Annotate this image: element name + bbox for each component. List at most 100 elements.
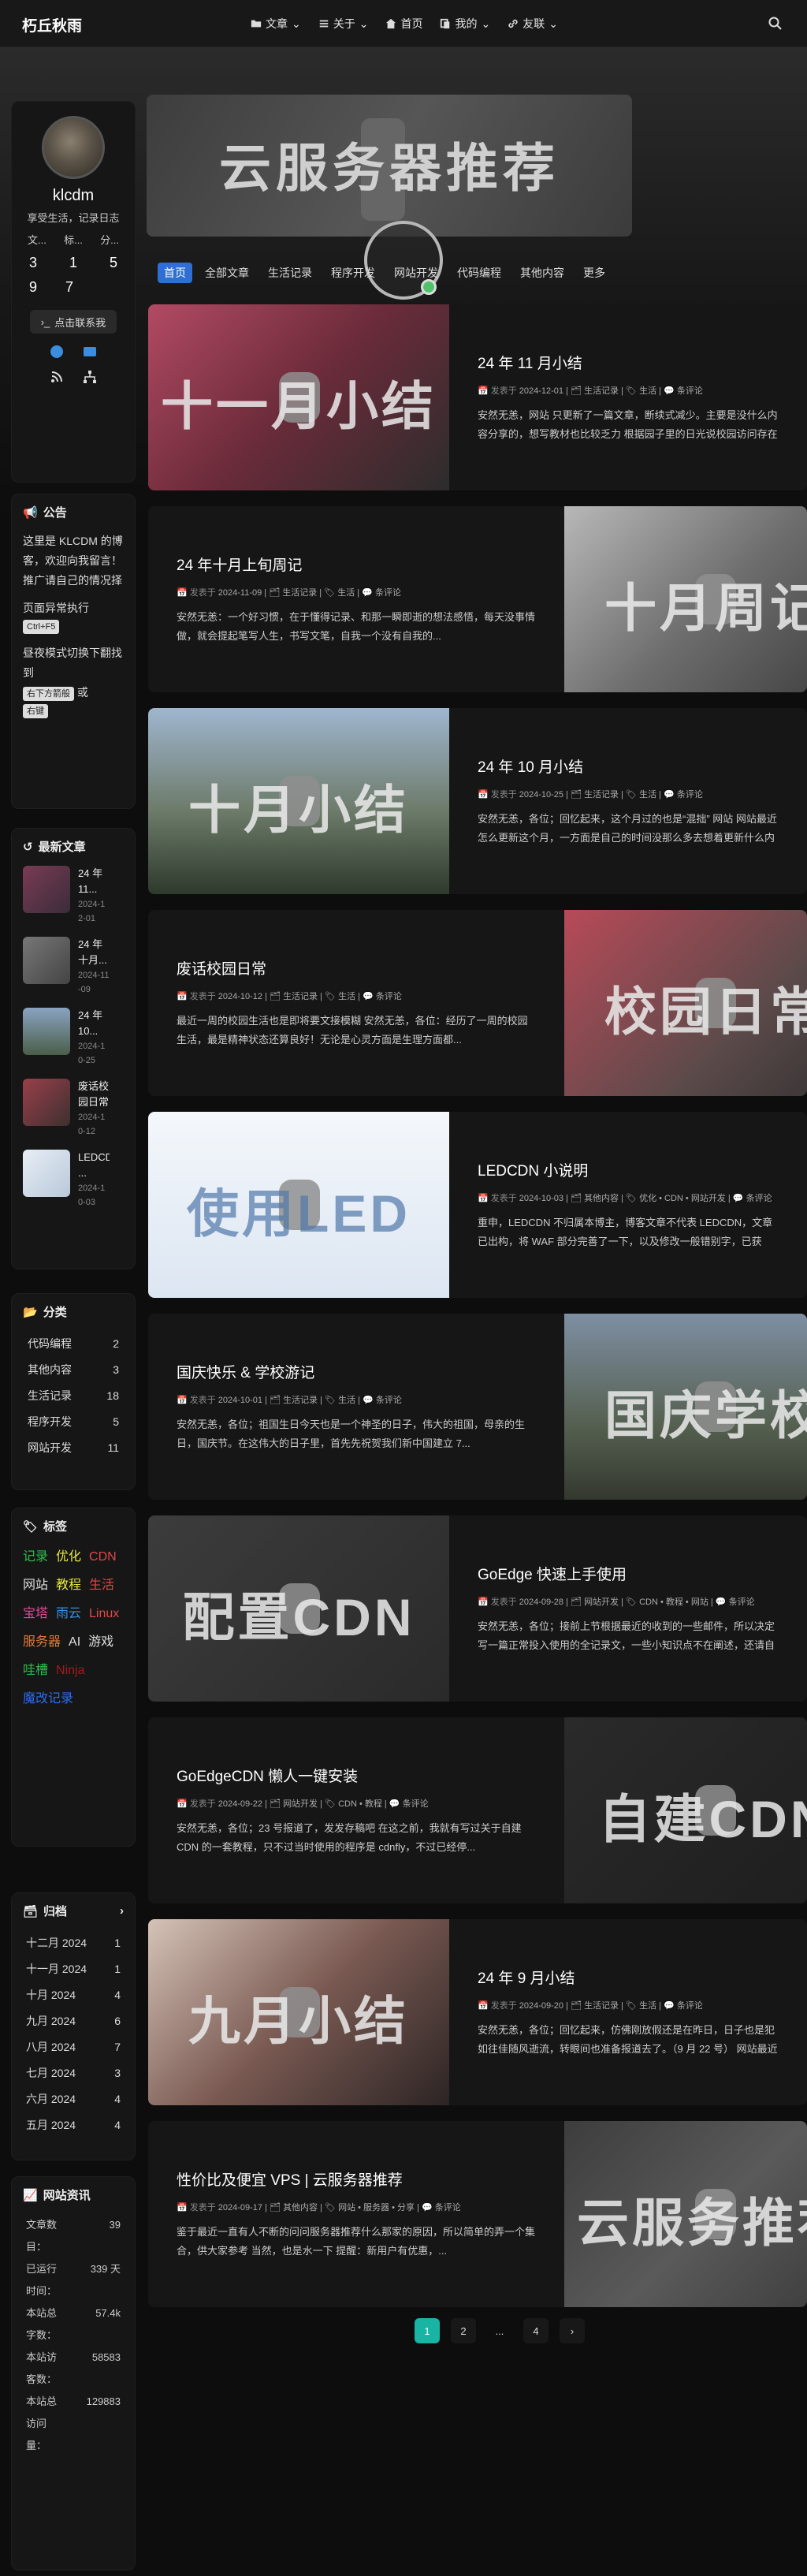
- archive-item[interactable]: 十二月 2024 1: [23, 1930, 124, 1956]
- tab-program[interactable]: 程序开发: [325, 263, 381, 283]
- category-item[interactable]: 网站开发 11: [23, 1435, 124, 1461]
- recent-thumb[interactable]: [23, 1008, 70, 1055]
- tag-item[interactable]: Ninja: [56, 1659, 84, 1683]
- post-title[interactable]: GoEdge 快速上手使用: [478, 1563, 779, 1584]
- post-card[interactable]: 校园日常 废话校园日常 📅 发表于 2024-10-12 | 🗂 生活记录 | 🏷 生…: [148, 910, 807, 1096]
- nav-home[interactable]: 首页: [385, 16, 422, 32]
- post-thumbnail[interactable]: 十月周记: [564, 506, 807, 692]
- page-button[interactable]: 2: [451, 2318, 476, 2343]
- post-thumbnail[interactable]: 云服务推荐: [564, 2121, 807, 2307]
- post-thumbnail[interactable]: 使用LED: [148, 1112, 449, 1298]
- post-thumbnail[interactable]: 十一月小结: [148, 304, 449, 490]
- post-title[interactable]: GoEdgeCDN 懒人一键安装: [177, 1765, 536, 1786]
- tag-item[interactable]: 教程: [56, 1574, 81, 1597]
- recent-item[interactable]: 24 年 10... 2024-10-25: [23, 1008, 124, 1068]
- nav-about[interactable]: 关于 ⌄: [318, 16, 368, 32]
- chevron-right-icon[interactable]: ›: [120, 1904, 124, 1918]
- post-title[interactable]: 24 年十月上旬周记: [177, 554, 536, 575]
- tag-item[interactable]: CDN: [89, 1545, 117, 1569]
- category-item[interactable]: 生活记录 18: [23, 1383, 124, 1409]
- recent-item[interactable]: 24 年十月... 2024-11-09: [23, 937, 124, 997]
- post-card[interactable]: 自建CDN GoEdgeCDN 懒人一键安装 📅 发表于2024-09-22 | 🗂…: [148, 1717, 807, 1903]
- post-card[interactable]: 使用LED LEDCDN 小说明 📅 发表于 2024-10-03 | 🗂 其他内容 …: [148, 1112, 807, 1298]
- post-comments[interactable]: 条评论: [375, 588, 401, 598]
- post-category[interactable]: 其他内容: [584, 1194, 619, 1203]
- post-thumbnail[interactable]: 自建CDN: [564, 1717, 807, 1903]
- tab-home[interactable]: 首页: [158, 263, 192, 283]
- post-card[interactable]: 国庆学校 国庆快乐 & 学校游记 📅 发表于 2024-10-01 | 🗂 生活记录 …: [148, 1314, 807, 1500]
- post-comments[interactable]: 条评论: [746, 1194, 772, 1203]
- post-tags[interactable]: 网站 • 服务器 • 分享: [338, 2203, 415, 2213]
- post-thumbnail[interactable]: 配置CDN: [148, 1515, 449, 1702]
- post-category[interactable]: 生活记录: [584, 2001, 619, 2011]
- archive-item[interactable]: 十月 2024 4: [23, 1982, 124, 2008]
- post-category[interactable]: 生活记录: [282, 588, 317, 598]
- archive-item[interactable]: 五月 2024 4: [23, 2112, 124, 2138]
- nav-friends[interactable]: 友联 ⌄: [508, 16, 558, 32]
- recent-thumb[interactable]: [23, 937, 70, 984]
- tag-item[interactable]: 游戏: [88, 1631, 113, 1654]
- post-thumbnail[interactable]: 十月小结: [148, 708, 449, 894]
- post-title[interactable]: 24 年 11 月小结: [478, 352, 779, 373]
- tag-item[interactable]: 魔改记录: [23, 1687, 73, 1711]
- post-card[interactable]: 云服务推荐 性价比及便宜 VPS | 云服务器推荐 📅 发表于2024-09-17 …: [148, 2121, 807, 2307]
- post-thumbnail[interactable]: 校园日常: [564, 910, 807, 1096]
- archive-item[interactable]: 十一月 2024 1: [23, 1956, 124, 1982]
- post-category[interactable]: 生活记录: [584, 790, 619, 800]
- post-tags[interactable]: 生活: [639, 790, 656, 800]
- hero-banner[interactable]: 云服务器推荐: [147, 95, 632, 237]
- post-thumbnail[interactable]: 九月小结: [148, 1919, 449, 2105]
- category-item[interactable]: 其他内容 3: [23, 1357, 124, 1383]
- post-thumbnail[interactable]: 国庆学校: [564, 1314, 807, 1500]
- tag-item[interactable]: AI: [69, 1631, 80, 1654]
- post-comments[interactable]: 条评论: [729, 1597, 755, 1607]
- site-brand[interactable]: 朽丘秋雨: [22, 14, 82, 35]
- contact-button[interactable]: ›_ 点击联系我: [30, 310, 117, 334]
- post-tags[interactable]: 生活: [338, 1396, 355, 1405]
- tag-item[interactable]: 雨云: [56, 1602, 81, 1626]
- archive-item[interactable]: 九月 2024 6: [23, 2008, 124, 2034]
- tab-web[interactable]: 网站开发: [388, 263, 444, 283]
- category-item[interactable]: 程序开发 5: [23, 1409, 124, 1435]
- tag-item[interactable]: 服务器: [23, 1631, 61, 1654]
- recent-thumb[interactable]: [23, 866, 70, 913]
- rss-icon[interactable]: [50, 370, 64, 384]
- post-comments[interactable]: 条评论: [677, 790, 703, 800]
- recent-item[interactable]: 24 年 11... 2024-12-01: [23, 866, 124, 926]
- post-category[interactable]: 生活记录: [283, 1396, 318, 1405]
- post-tags[interactable]: 生活: [639, 386, 656, 396]
- github-icon[interactable]: [50, 345, 64, 359]
- post-card[interactable]: 配置CDN GoEdge 快速上手使用 📅 发表于 2024-09-28 | 🗂 网站…: [148, 1515, 807, 1702]
- recent-thumb[interactable]: [23, 1079, 70, 1126]
- post-comments[interactable]: 条评论: [677, 386, 703, 396]
- nav-mine[interactable]: 我的 ⌄: [440, 16, 490, 32]
- post-category[interactable]: 生活记录: [283, 992, 318, 1001]
- post-comments[interactable]: 条评论: [403, 1799, 429, 1809]
- search-icon[interactable]: [768, 16, 783, 32]
- archive-item[interactable]: 七月 2024 3: [23, 2060, 124, 2086]
- tab-other[interactable]: 其他内容: [514, 263, 571, 283]
- post-title[interactable]: LEDCDN 小说明: [478, 1159, 779, 1180]
- post-card[interactable]: 九月小结 24 年 9 月小结 📅 发表于 2024-09-20 | 🗂 生活记录 |…: [148, 1919, 807, 2105]
- post-tags[interactable]: 生活: [337, 588, 355, 598]
- tab-code[interactable]: 代码编程: [451, 263, 508, 283]
- post-comments[interactable]: 条评论: [435, 2203, 461, 2213]
- post-card[interactable]: 十月周记 24 年十月上旬周记 📅 发表于 2024-11-09 | 🗂 生活记录 |…: [148, 506, 807, 692]
- post-category[interactable]: 网站开发: [584, 1597, 619, 1607]
- archive-item[interactable]: 六月 2024 4: [23, 2086, 124, 2112]
- post-tags[interactable]: 生活: [639, 2001, 656, 2011]
- tag-item[interactable]: 网站: [23, 1574, 48, 1597]
- page-button[interactable]: 1: [415, 2318, 440, 2343]
- post-title[interactable]: 性价比及便宜 VPS | 云服务器推荐: [177, 2168, 536, 2190]
- recent-item[interactable]: LEDCDN ...2024-10-03: [23, 1150, 124, 1210]
- page-button[interactable]: 4: [523, 2318, 549, 2343]
- post-card[interactable]: 十月小结 24 年 10 月小结 📅 发表于 2024-10-25 | 🗂 生活记录 …: [148, 708, 807, 894]
- post-tags[interactable]: 生活: [338, 992, 355, 1001]
- post-title[interactable]: 废话校园日常: [177, 957, 536, 979]
- post-card[interactable]: 十一月小结 24 年 11 月小结 📅 发表于 2024-12-01 | 🗂 生活记录…: [148, 304, 807, 490]
- post-tags[interactable]: 优化 • CDN • 网站开发: [639, 1194, 726, 1203]
- post-category[interactable]: 网站开发: [283, 1799, 318, 1809]
- tab-more[interactable]: 更多: [577, 263, 612, 283]
- tab-all-articles[interactable]: 全部文章: [199, 263, 255, 283]
- nav-articles[interactable]: 文章 ⌄: [251, 16, 301, 32]
